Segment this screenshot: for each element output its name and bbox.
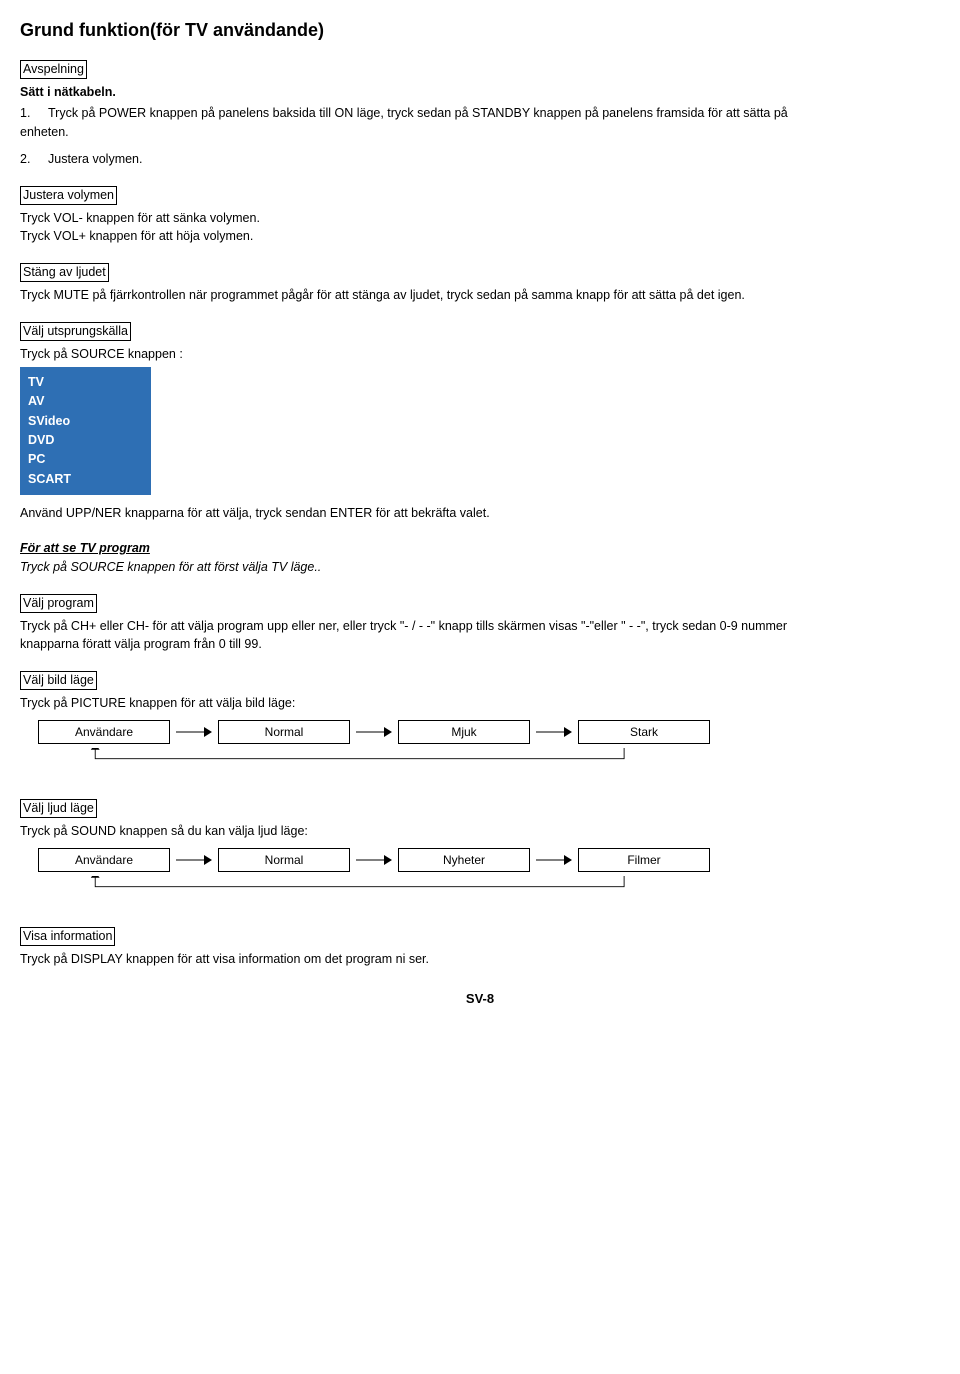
flow-box: Nyheter xyxy=(398,848,530,872)
section-valj-bild-lage: Välj bild läge Tryck på PICTURE knappen … xyxy=(20,671,940,769)
section-heading: Justera volymen xyxy=(20,186,117,205)
section-heading: Stäng av ljudet xyxy=(20,263,109,282)
source-item: SCART xyxy=(28,470,143,489)
flow-box: Stark xyxy=(578,720,710,744)
body-text: Tryck VOL- knappen för att sänka volymen… xyxy=(20,210,940,227)
step-text: enheten. xyxy=(20,124,940,141)
section-heading: Välj utsprungskälla xyxy=(20,322,131,341)
list-item: 1.Tryck på POWER knappen på panelens bak… xyxy=(20,105,940,141)
step-text: Justera volymen. xyxy=(48,152,142,166)
list-item: 2.Justera volymen. xyxy=(20,151,940,168)
arrow-right-icon xyxy=(536,850,572,870)
source-item: SVideo xyxy=(28,412,143,431)
flow-box: Normal xyxy=(218,720,350,744)
flow-box: Mjuk xyxy=(398,720,530,744)
source-menu: TV AV SVideo DVD PC SCART xyxy=(20,367,151,495)
section-stang-av-ljudet: Stäng av ljudet Tryck MUTE på fjärrkontr… xyxy=(20,263,940,304)
body-text: Använd UPP/NER knapparna för att välja, … xyxy=(20,505,940,522)
flow-box: Användare xyxy=(38,848,170,872)
arrow-right-icon xyxy=(536,722,572,742)
step-text: Tryck på POWER knappen på panelens baksi… xyxy=(48,106,788,120)
section-justera-volymen: Justera volymen Tryck VOL- knappen för a… xyxy=(20,186,940,246)
flow-box: Filmer xyxy=(578,848,710,872)
flow-box: Normal xyxy=(218,848,350,872)
subheading: Sätt i nätkabeln. xyxy=(20,84,940,101)
source-item: PC xyxy=(28,450,143,469)
source-item: DVD xyxy=(28,431,143,450)
body-text: Tryck på SOURCE knappen : xyxy=(20,346,940,363)
section-heading: Välj program xyxy=(20,594,97,613)
section-heading: För att se TV program xyxy=(20,540,940,557)
body-text: Tryck på CH+ eller CH- för att välja pro… xyxy=(20,618,940,635)
section-heading: Avspelning xyxy=(20,60,87,79)
body-text: Tryck VOL+ knappen för att höja volymen. xyxy=(20,228,940,245)
steps-list: 1.Tryck på POWER knappen på panelens bak… xyxy=(20,105,940,168)
flow-box: Användare xyxy=(38,720,170,744)
body-text: Tryck på SOUND knappen så du kan välja l… xyxy=(20,823,940,840)
section-for-att-se-tv: För att se TV program Tryck på SOURCE kn… xyxy=(20,540,940,576)
arrow-right-icon xyxy=(356,850,392,870)
body-text: Tryck på DISPLAY knappen för att visa in… xyxy=(20,951,940,968)
body-text: Tryck MUTE på fjärrkontrollen när progra… xyxy=(20,287,940,304)
body-text: Tryck på PICTURE knappen för att välja b… xyxy=(20,695,940,712)
section-valj-utsprungskalla: Välj utsprungskälla Tryck på SOURCE knap… xyxy=(20,322,940,522)
step-number: 1. xyxy=(20,105,48,122)
section-valj-ljud-lage: Välj ljud läge Tryck på SOUND knappen så… xyxy=(20,799,940,897)
step-number: 2. xyxy=(20,151,48,168)
source-item: AV xyxy=(28,392,143,411)
arrow-right-icon xyxy=(176,722,212,742)
arrow-loop-icon xyxy=(38,876,668,892)
body-text: Tryck på SOURCE knappen för att först vä… xyxy=(20,559,940,576)
page-title: Grund funktion(för TV användande) xyxy=(20,18,940,42)
flow-row: Användare Normal Nyheter Filmer xyxy=(38,848,940,872)
section-visa-information: Visa information Tryck på DISPLAY knappe… xyxy=(20,927,940,968)
section-heading: Välj bild läge xyxy=(20,671,97,690)
page-number: SV-8 xyxy=(20,990,940,1008)
section-avspelning: Avspelning Sätt i nätkabeln. 1.Tryck på … xyxy=(20,60,940,167)
source-item: TV xyxy=(28,373,143,392)
arrow-loop-icon xyxy=(38,748,668,764)
arrow-right-icon xyxy=(356,722,392,742)
body-text: knapparna föratt välja program från 0 ti… xyxy=(20,636,940,653)
section-valj-program: Välj program Tryck på CH+ eller CH- för … xyxy=(20,594,940,654)
arrow-right-icon xyxy=(176,850,212,870)
section-heading: Välj ljud läge xyxy=(20,799,97,818)
section-heading: Visa information xyxy=(20,927,115,946)
flow-row: Användare Normal Mjuk Stark xyxy=(38,720,940,744)
